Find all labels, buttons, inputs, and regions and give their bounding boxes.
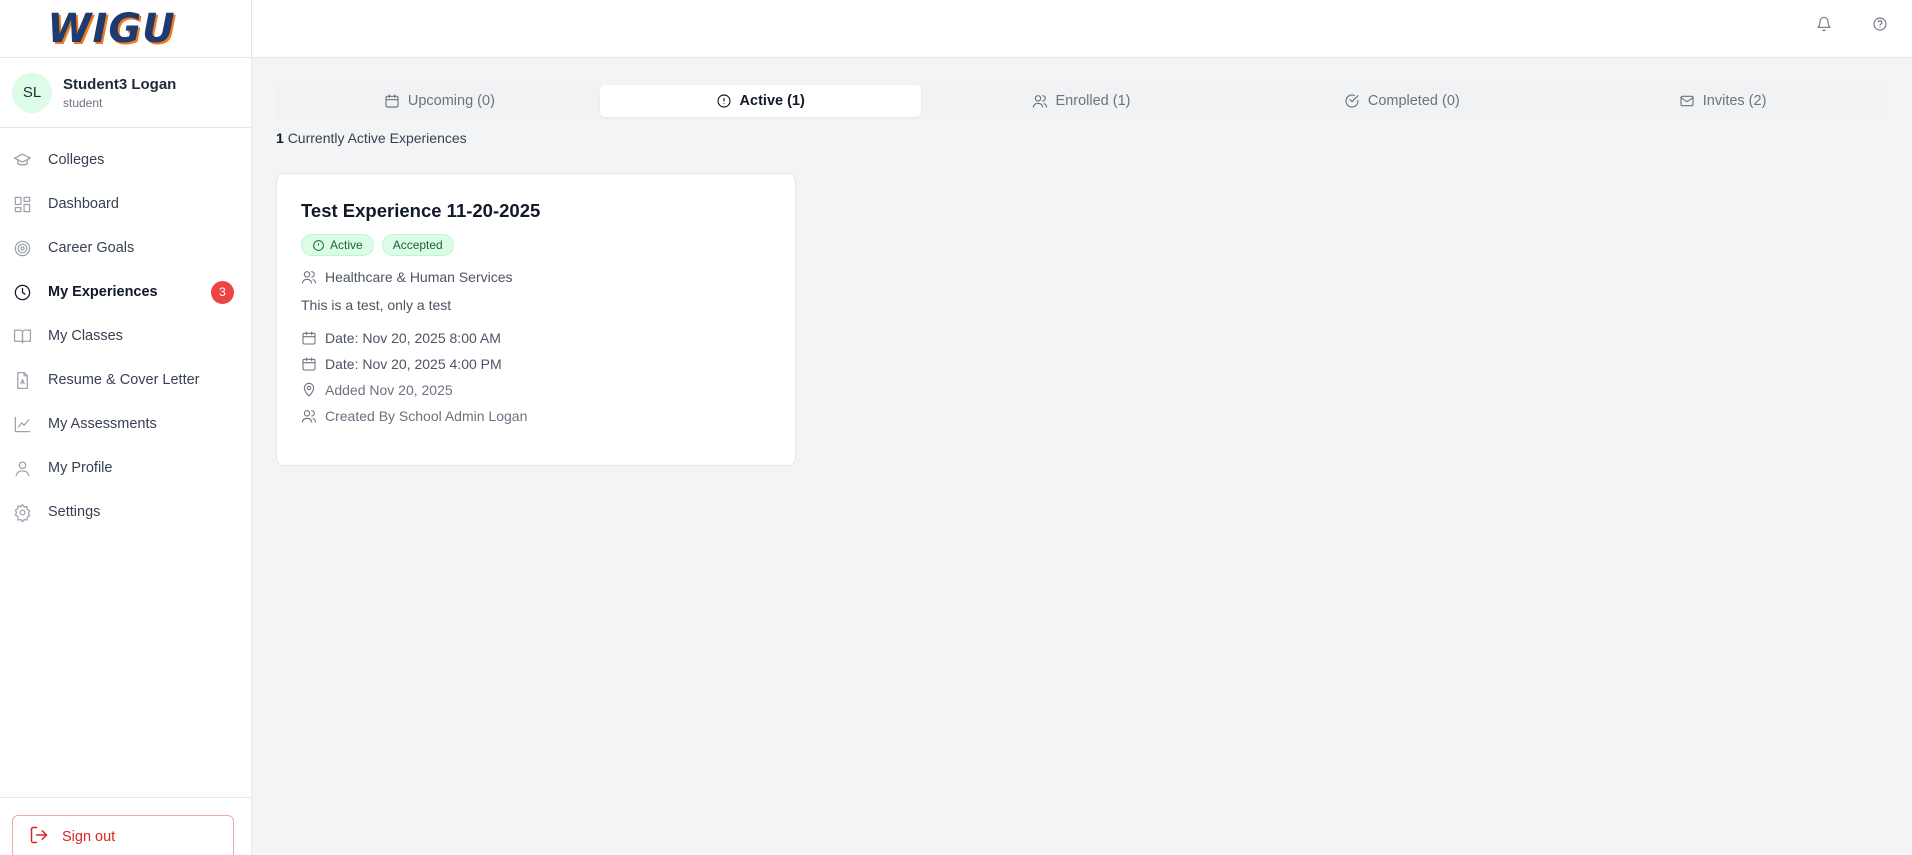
sidebar-item-colleges[interactable]: Colleges [0, 138, 251, 182]
tab-label: Active (1) [739, 93, 805, 109]
sidebar-item-label: My Assessments [48, 416, 157, 432]
avatar: SL [12, 72, 52, 113]
users-icon [301, 271, 317, 284]
users-icon [301, 410, 317, 423]
user-name: Student3 Logan [63, 75, 177, 93]
sidebar-item-settings[interactable]: Settings [0, 490, 251, 534]
user-card: SL Student3 Logan student [0, 58, 251, 128]
line-chart-icon [12, 414, 32, 434]
target-icon [12, 238, 32, 258]
status-badges: Active Accepted [301, 234, 771, 256]
app-root: WIGU SL Student3 Logan student Colleges … [0, 0, 1912, 855]
mail-icon [1680, 95, 1694, 107]
experience-end-date: Date: Nov 20, 2025 4:00 PM [301, 356, 771, 372]
main-content: Upcoming (0) Active (1) Enrolled (1) Com… [252, 58, 1912, 855]
top-bar [252, 0, 1912, 58]
bell-icon[interactable] [1816, 16, 1834, 34]
sign-out-label: Sign out [62, 829, 116, 845]
sidebar-item-label: Resume & Cover Letter [48, 372, 200, 388]
logo[interactable]: WIGU [0, 0, 251, 58]
logo-text: WIGU [47, 5, 176, 52]
tab-upcoming[interactable]: Upcoming (0) [279, 85, 600, 117]
sign-out-button[interactable]: Sign out [12, 815, 234, 855]
notification-badge: 3 [211, 280, 234, 304]
signout-area: Sign out [0, 797, 251, 855]
clock-icon [12, 282, 32, 302]
sidebar-item-my-classes[interactable]: My Classes [0, 314, 251, 358]
status-badge-accepted: Accepted [381, 234, 454, 256]
sidebar-item-label: My Experiences [48, 284, 158, 300]
sidebar: WIGU SL Student3 Logan student Colleges … [0, 0, 252, 855]
sidebar-nav: Colleges Dashboard Career Goals My Exper… [0, 128, 251, 534]
created-by-text: Created By School Admin Logan [325, 408, 528, 424]
experience-tabs: Upcoming (0) Active (1) Enrolled (1) Com… [276, 82, 1886, 120]
tab-label: Enrolled (1) [1055, 93, 1131, 109]
badge-label: Active [330, 238, 363, 252]
user-icon [12, 458, 32, 478]
alert-circle-icon [313, 239, 324, 251]
experience-start-date: Date: Nov 20, 2025 8:00 AM [301, 330, 771, 346]
experience-card[interactable]: Test Experience 11-20-2025 Active Accept… [276, 173, 796, 466]
document-icon [12, 370, 32, 390]
results-count-number: 1 [276, 130, 284, 146]
gear-icon [12, 502, 32, 522]
results-count: 1 Currently Active Experiences [276, 130, 467, 146]
experience-created-by: Created By School Admin Logan [301, 408, 771, 424]
alert-circle-icon [716, 94, 731, 108]
sidebar-item-label: Colleges [48, 152, 105, 168]
end-date-text: Date: Nov 20, 2025 4:00 PM [325, 356, 502, 372]
tab-invites[interactable]: Invites (2) [1562, 85, 1883, 117]
book-icon [12, 326, 32, 346]
sidebar-item-resume[interactable]: Resume & Cover Letter [0, 358, 251, 402]
calendar-icon [302, 357, 316, 371]
sidebar-item-my-profile[interactable]: My Profile [0, 446, 251, 490]
check-circle-icon [1345, 94, 1359, 108]
tab-label: Completed (0) [1367, 93, 1460, 109]
start-date-text: Date: Nov 20, 2025 8:00 AM [325, 330, 501, 346]
sidebar-item-label: Career Goals [48, 240, 135, 256]
help-icon[interactable] [1872, 16, 1890, 34]
tab-completed[interactable]: Completed (0) [1241, 85, 1562, 117]
calendar-icon [385, 94, 399, 108]
sidebar-item-my-assessments[interactable]: My Assessments [0, 402, 251, 446]
experience-added: Added Nov 20, 2025 [301, 382, 771, 398]
users-icon [1032, 95, 1047, 108]
sidebar-item-career-goals[interactable]: Career Goals [0, 226, 251, 270]
category-text: Healthcare & Human Services [325, 269, 513, 285]
tab-enrolled[interactable]: Enrolled (1) [921, 85, 1242, 117]
sidebar-item-label: Dashboard [48, 196, 119, 212]
experience-title: Test Experience 11-20-2025 [301, 200, 541, 221]
results-count-text: Currently Active Experiences [287, 130, 467, 146]
dashboard-grid-icon [12, 194, 32, 214]
tab-label: Upcoming (0) [407, 93, 495, 109]
calendar-icon [302, 331, 316, 345]
experience-category: Healthcare & Human Services [301, 269, 771, 285]
status-badge-active: Active [301, 234, 374, 256]
graduation-cap-icon [12, 150, 32, 170]
tab-label: Invites (2) [1702, 93, 1767, 109]
sidebar-item-dashboard[interactable]: Dashboard [0, 182, 251, 226]
experience-description: This is a test, only a test [301, 297, 452, 313]
sidebar-item-label: My Profile [48, 460, 113, 476]
added-text: Added Nov 20, 2025 [325, 382, 453, 398]
map-pin-icon [303, 382, 315, 397]
sidebar-item-label: Settings [48, 504, 101, 520]
sign-out-icon [29, 825, 49, 850]
user-role: student [63, 95, 103, 110]
sidebar-item-label: My Classes [48, 328, 123, 344]
sidebar-item-my-experiences[interactable]: My Experiences 3 [0, 270, 251, 314]
badge-label: Accepted [392, 238, 443, 252]
tab-active[interactable]: Active (1) [599, 85, 921, 117]
